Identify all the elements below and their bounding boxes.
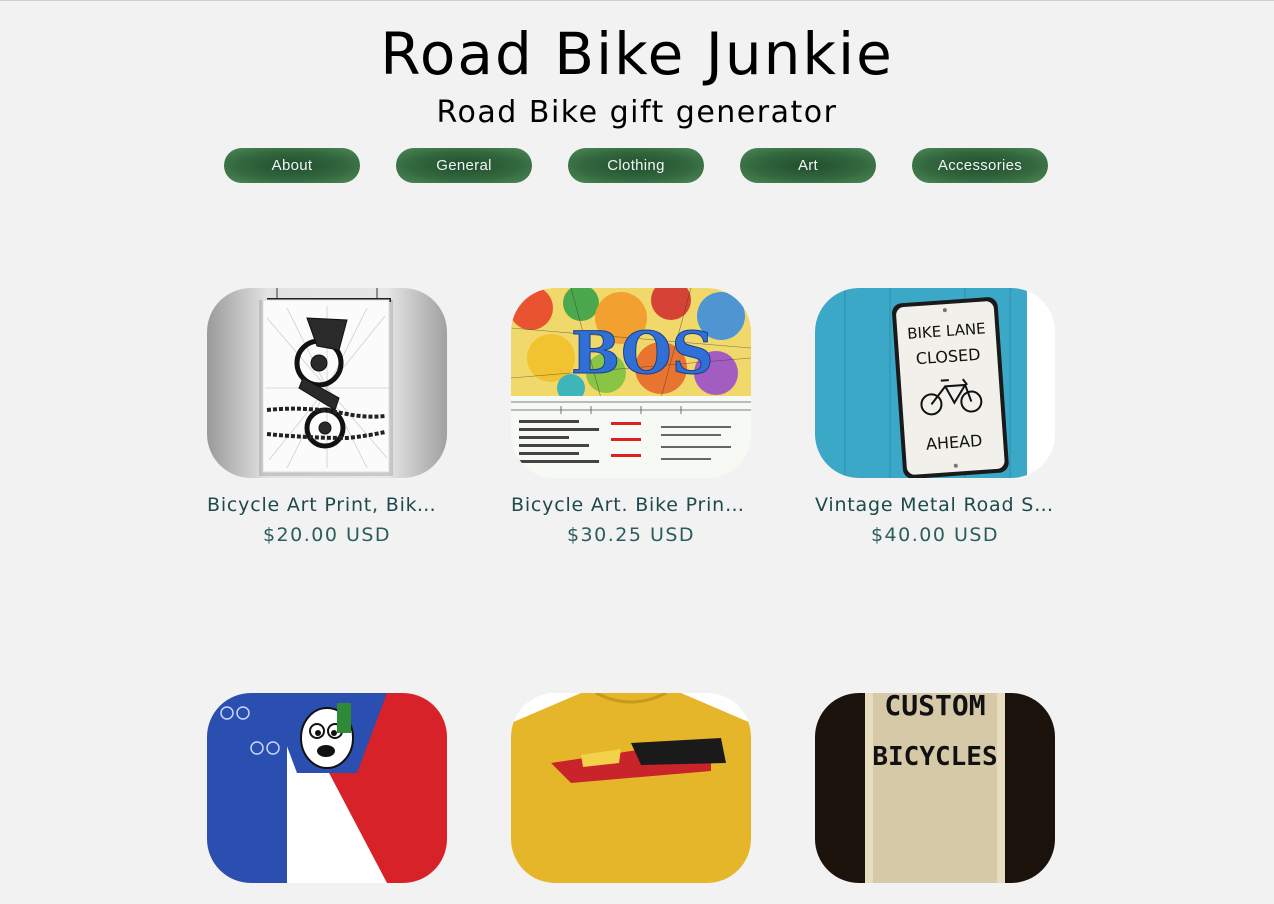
map-print-lettering: BOS (571, 319, 714, 387)
product-price: $30.25 USD (566, 524, 696, 546)
site-subtitle: Road Bike gift generator (436, 95, 838, 130)
product-title[interactable]: Vintage Metal Road Si... (815, 493, 1055, 517)
product-price: $20.00 USD (262, 524, 392, 546)
product-image-yellow-tshirt[interactable] (511, 693, 751, 883)
product-card[interactable]: BIKE LANE CLOSED AHEAD Vintage Metal Roa… (815, 288, 1055, 547)
nav-accessories-button[interactable]: Accessories (912, 148, 1048, 183)
product-card[interactable]: BOS Bicycle Art. Bike Print. ... $30.25 … (511, 288, 751, 547)
main-nav: About General Clothing Art Accessories (224, 148, 1048, 183)
product-image-boston-map-print[interactable]: BOS (511, 288, 751, 478)
product-grid: Bicycle Art Print, Bike ... $20.00 USD B… (207, 288, 1055, 904)
product-card[interactable]: CUSTOM BICYCLES (815, 693, 1055, 904)
product-title[interactable]: Bicycle Art. Bike Print. ... (511, 493, 751, 517)
product-card[interactable] (511, 693, 751, 904)
custom-sign-line2: BICYCLES (872, 742, 997, 772)
product-card[interactable] (207, 693, 447, 904)
product-card[interactable]: Bicycle Art Print, Bike ... $20.00 USD (207, 288, 447, 547)
nav-clothing-button[interactable]: Clothing (568, 148, 704, 183)
sign-text-ahead: AHEAD (925, 431, 983, 454)
nav-general-button[interactable]: General (396, 148, 532, 183)
custom-sign-line1: CUSTOM (884, 693, 985, 722)
nav-about-button[interactable]: About (224, 148, 360, 183)
product-image-bike-lane-sign[interactable]: BIKE LANE CLOSED AHEAD (815, 288, 1055, 478)
product-image-goofy-tie[interactable] (207, 693, 447, 883)
product-image-custom-bicycles-sign[interactable]: CUSTOM BICYCLES (815, 693, 1055, 883)
site-title[interactable]: Road Bike Junkie (0, 19, 1274, 89)
product-image-derailleur-print[interactable] (207, 288, 447, 478)
product-price: $40.00 USD (870, 524, 1000, 546)
nav-art-button[interactable]: Art (740, 148, 876, 183)
product-title[interactable]: Bicycle Art Print, Bike ... (207, 493, 447, 517)
